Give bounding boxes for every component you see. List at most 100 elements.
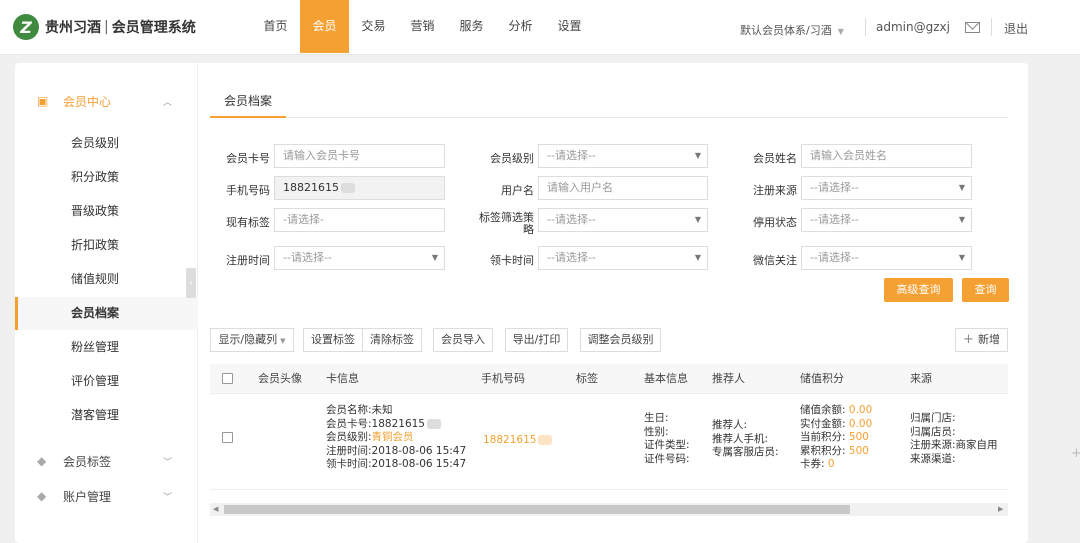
tag-icon: ◆ <box>37 454 47 468</box>
search-button[interactable]: 查询 <box>962 278 1009 302</box>
nav-analysis[interactable]: 分析 <box>496 0 545 53</box>
tag-strategy-label-line2: 略 <box>523 223 534 236</box>
add-member-button[interactable]: + 新增 <box>955 328 1008 352</box>
scroll-right-icon[interactable]: ▶ <box>998 503 1003 516</box>
level-select[interactable]: --请选择-- ▼ <box>538 144 708 168</box>
phone-cell[interactable]: 18821615 <box>483 434 553 448</box>
member-system-select[interactable]: 默认会员体系/习酒 ▼ <box>740 22 844 38</box>
wechat-select[interactable]: --请选择-- ▼ <box>801 246 972 270</box>
clear-tag-button[interactable]: 清除标签 <box>362 328 422 352</box>
sidebar-item-member-profile[interactable]: 会员档案 <box>15 297 198 330</box>
nav-member[interactable]: 会员 <box>300 0 349 53</box>
current-tags-value: -请选择- <box>283 213 324 226</box>
name-input[interactable]: 请输入会员姓名 <box>801 144 972 168</box>
sidebar-group-member-center[interactable]: ▣ 会员中心 ︿ <box>15 83 198 119</box>
redaction-blur <box>426 418 441 429</box>
source-clerk: 归属店员: <box>910 425 956 438</box>
chevron-down-icon: ▼ <box>958 183 965 192</box>
sidebar-item-member-level[interactable]: 会员级别 <box>15 127 198 160</box>
filter-label-current-tags: 现有标签 <box>226 216 270 229</box>
card-info-level-label: 会员级别: <box>326 431 372 443</box>
card-time-select[interactable]: --请选择-- ▼ <box>538 246 708 270</box>
username-input[interactable]: 请输入用户名 <box>538 176 708 200</box>
scroll-left-icon[interactable]: ◀ <box>213 503 218 516</box>
card-info-card-time: 领卡时间:2018-08-06 15:47 <box>326 458 467 470</box>
main-nav: 首页 会员 交易 营销 服务 分析 设置 <box>251 0 594 53</box>
chevron-down-icon: ▼ <box>694 253 701 262</box>
tab-bar: 会员档案 <box>210 86 1008 118</box>
logout-link[interactable]: 退出 <box>1004 20 1028 37</box>
sidebar-item-prospects[interactable]: 潜客管理 <box>15 399 198 432</box>
nav-marketing[interactable]: 营销 <box>398 0 447 53</box>
sidebar-group-label: 会员标签 <box>63 454 112 469</box>
sidebar-item-upgrade-policy[interactable]: 晋级政策 <box>15 195 198 228</box>
select-all-checkbox[interactable] <box>222 373 233 384</box>
row-checkbox[interactable] <box>222 432 233 443</box>
tab-member-profile[interactable]: 会员档案 <box>210 86 287 118</box>
wechat-value: --请选择-- <box>810 251 859 264</box>
tag-strategy-select[interactable]: --请选择-- ▼ <box>538 208 708 232</box>
member-system-label: 默认会员体系/习酒 <box>740 24 832 37</box>
filter-label-username: 用户名 <box>501 184 534 197</box>
balance-cell: 储值余额: 0.00 实付金额: 0.00 当前积分: 500 累积积分: 50… <box>800 404 872 472</box>
plus-icon[interactable]: + <box>1071 446 1080 461</box>
current-tags-select[interactable]: -请选择- <box>274 208 445 232</box>
balance-paid-value: 0.00 <box>848 417 873 430</box>
chevron-down-icon: ▼ <box>694 215 701 224</box>
sidebar-item-stored-value-rules[interactable]: 储值规则 <box>15 263 198 296</box>
filter-label-wechat: 微信关注 <box>753 254 797 267</box>
sidebar-item-points-policy[interactable]: 积分政策 <box>15 161 198 194</box>
filter-label-card-no: 会员卡号 <box>226 152 270 165</box>
disabled-status-value: --请选择-- <box>810 213 859 226</box>
horizontal-scrollbar[interactable]: ◀ ▶ <box>210 503 1008 516</box>
source-reg: 注册来源:商家自用 <box>910 439 998 451</box>
card-no-input[interactable]: 请输入会员卡号 <box>274 144 445 168</box>
reg-time-select[interactable]: --请选择-- ▼ <box>274 246 445 270</box>
card-info-level-value[interactable]: 青铜会员 <box>372 431 414 443</box>
chevron-down-icon: ▼ <box>431 253 438 262</box>
card-info-name: 会员名称:未知 <box>326 404 393 416</box>
phone-value: 18821615 <box>483 434 537 446</box>
col-referrer: 推荐人 <box>712 372 745 385</box>
filter-label-disabled-status: 停用状态 <box>753 216 797 229</box>
member-import-button[interactable]: 会员导入 <box>433 328 493 352</box>
member-card-icon: ▣ <box>37 94 49 108</box>
add-label: 新增 <box>977 333 1000 346</box>
sidebar-collapse-handle[interactable]: ‹ <box>186 268 196 298</box>
sidebar-group-accounts[interactable]: ◆ 账户管理 ﹀ <box>15 478 198 514</box>
col-avatar: 会员头像 <box>258 372 302 385</box>
card-info-reg-time: 注册时间:2018-08-06 15:47 <box>326 444 467 457</box>
sidebar-item-fans[interactable]: 粉丝管理 <box>15 331 198 364</box>
nav-service[interactable]: 服务 <box>447 0 496 53</box>
user-account[interactable]: admin@gzxj <box>876 20 950 34</box>
brand-logo[interactable]: Z 贵州习酒 | 会员管理系统 <box>13 14 196 40</box>
balance-points: 当前积分: 500 <box>800 431 872 445</box>
referrer-name: 推荐人: <box>712 419 748 431</box>
phone-input[interactable]: 18821615 <box>274 176 445 200</box>
export-print-button[interactable]: 导出/打印 <box>505 328 568 352</box>
reg-source-value: --请选择-- <box>810 181 859 194</box>
disabled-status-select[interactable]: --请选择-- ▼ <box>801 208 972 232</box>
reg-source-select[interactable]: --请选择-- ▼ <box>801 176 972 200</box>
toggle-columns-button[interactable]: 显示/隐藏列 ▼ <box>210 328 294 352</box>
mail-icon[interactable] <box>965 22 980 33</box>
sidebar-group-label: 账户管理 <box>63 489 112 504</box>
card-info-level-line: 会员级别:青铜会员 <box>326 431 466 445</box>
nav-trade[interactable]: 交易 <box>349 0 398 53</box>
set-tag-button[interactable]: 设置标签 <box>303 328 363 352</box>
basic-id-no: 证件号码: <box>644 452 690 465</box>
scrollbar-thumb[interactable] <box>224 505 850 514</box>
nav-settings[interactable]: 设置 <box>545 0 594 53</box>
nav-home[interactable]: 首页 <box>251 0 300 53</box>
sidebar-item-reviews[interactable]: 评价管理 <box>15 365 198 398</box>
col-phone: 手机号码 <box>481 372 525 385</box>
adjust-level-button[interactable]: 调整会员级别 <box>580 328 661 352</box>
sidebar-item-discount-policy[interactable]: 折扣政策 <box>15 229 198 262</box>
advanced-search-button[interactable]: 高级查询 <box>884 278 953 302</box>
balance-points-label: 当前积分: <box>800 431 846 443</box>
sidebar-group-member-tags[interactable]: ◆ 会员标签 ﹀ <box>15 443 198 479</box>
card-info-cell: 会员名称:未知 会员卡号:18821615 会员级别:青铜会员 注册时间:201… <box>326 404 466 472</box>
table-header: 会员头像 卡信息 手机号码 标签 基本信息 推荐人 储值积分 来源 <box>210 364 1008 394</box>
level-select-value: --请选择-- <box>547 149 596 162</box>
table-row[interactable]: 会员名称:未知 会员卡号:18821615 会员级别:青铜会员 注册时间:201… <box>210 394 1008 490</box>
